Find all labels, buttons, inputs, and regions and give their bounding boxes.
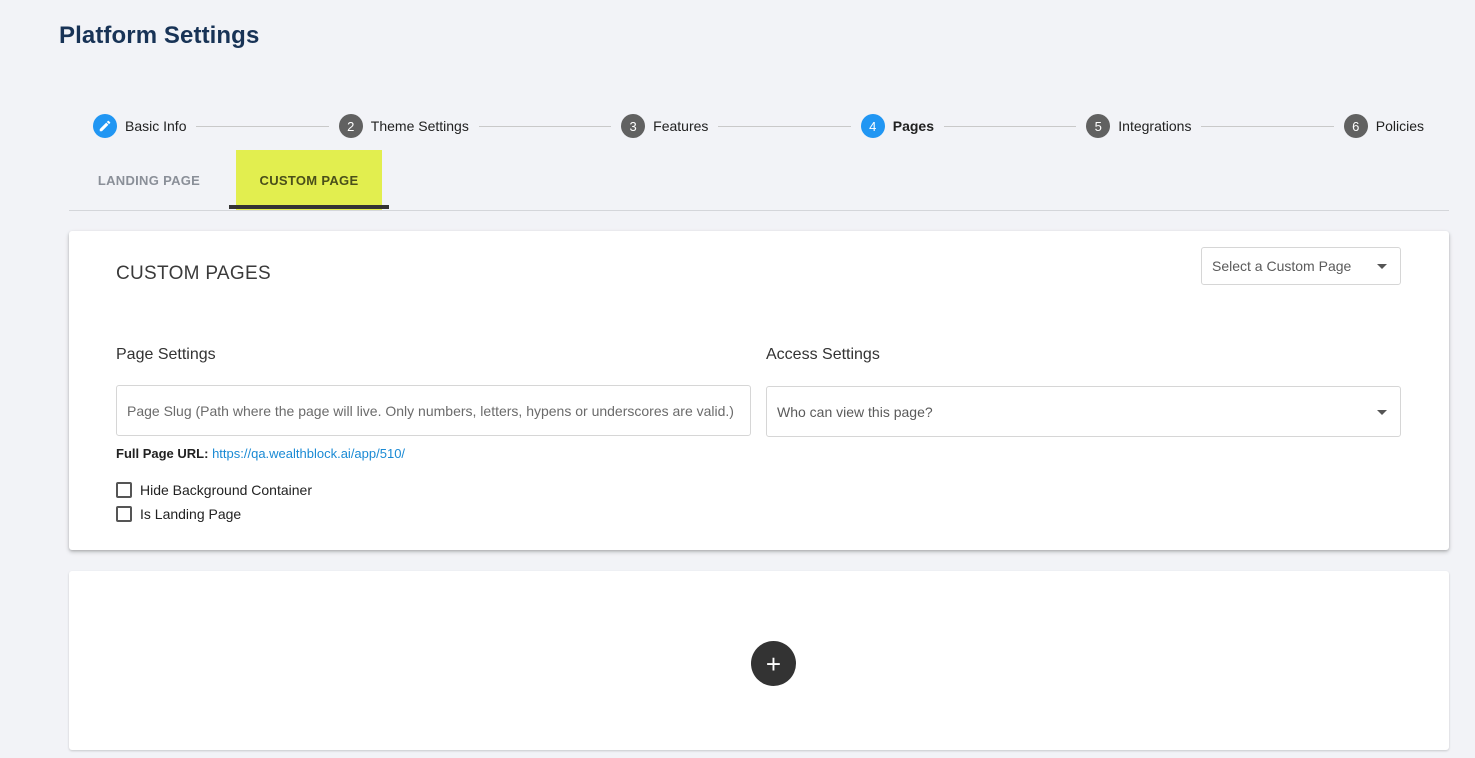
step-connector [1201, 125, 1334, 127]
access-placeholder: Who can view this page? [777, 403, 933, 420]
tab-landing-page[interactable]: LANDING PAGE [69, 150, 229, 210]
full-url-label: Full Page URL: [116, 446, 209, 461]
step-number: 3 [621, 114, 646, 138]
step-connector [718, 125, 851, 127]
step-connector [478, 125, 612, 127]
is-landing-checkbox-row[interactable]: Is Landing Page [116, 506, 241, 522]
page-content-card: + [69, 571, 1449, 750]
pencil-icon [93, 114, 117, 138]
hide-background-checkbox-row[interactable]: Hide Background Container [116, 482, 312, 498]
page-settings-title: Page Settings [116, 346, 216, 363]
checkbox-label: Is Landing Page [140, 506, 242, 522]
select-placeholder: Select a Custom Page [1212, 258, 1352, 274]
step-label: Features [653, 118, 709, 134]
full-page-url: Full Page URL: https://qa.wealthblock.ai… [116, 446, 405, 461]
settings-stepper: Basic Info 2 Theme Settings 3 Features 4… [93, 114, 1424, 138]
step-label: Policies [1375, 118, 1425, 134]
caret-down-icon [1377, 409, 1387, 415]
custom-pages-card: CUSTOM PAGES Select a Custom Page Page S… [69, 231, 1449, 550]
page-slug-input[interactable]: Page Slug (Path where the page will live… [116, 385, 751, 436]
step-label: Pages [892, 118, 934, 134]
step-policies[interactable]: 6 Policies [1343, 114, 1425, 138]
step-features[interactable]: 3 Features [621, 114, 708, 138]
hide-background-checkbox[interactable] [116, 482, 132, 498]
custom-page-select[interactable]: Select a Custom Page [1201, 247, 1401, 285]
step-connector [943, 125, 1077, 127]
step-number: 6 [1343, 114, 1368, 138]
section-title: CUSTOM PAGES [116, 263, 271, 284]
full-url-link[interactable]: https://qa.wealthblock.ai/app/510/ [212, 446, 405, 461]
step-connector [196, 125, 329, 127]
slug-placeholder: Page Slug (Path where the page will live… [127, 402, 734, 419]
step-label: Basic Info [125, 118, 187, 134]
access-select[interactable]: Who can view this page? [766, 386, 1401, 437]
checkbox-label: Hide Background Container [140, 482, 312, 498]
active-tab-indicator [229, 205, 389, 209]
step-number: 4 [860, 114, 885, 138]
caret-down-icon [1377, 264, 1387, 269]
page-tabs: LANDING PAGE CUSTOM PAGE [69, 150, 1449, 211]
step-basic-info[interactable]: Basic Info [93, 114, 186, 138]
page-title: Platform Settings [59, 22, 260, 49]
step-theme-settings[interactable]: 2 Theme Settings [338, 114, 469, 138]
is-landing-checkbox[interactable] [116, 506, 132, 522]
step-integrations[interactable]: 5 Integrations [1086, 114, 1191, 138]
step-label: Integrations [1118, 118, 1192, 134]
plus-icon: + [765, 648, 782, 679]
add-section-button[interactable]: + [751, 641, 796, 686]
step-pages[interactable]: 4 Pages [860, 114, 934, 138]
access-settings-title: Access Settings [766, 346, 880, 363]
step-number: 5 [1086, 114, 1111, 138]
step-label: Theme Settings [370, 118, 469, 134]
step-number: 2 [338, 114, 363, 138]
tab-custom-page[interactable]: CUSTOM PAGE [236, 150, 382, 210]
